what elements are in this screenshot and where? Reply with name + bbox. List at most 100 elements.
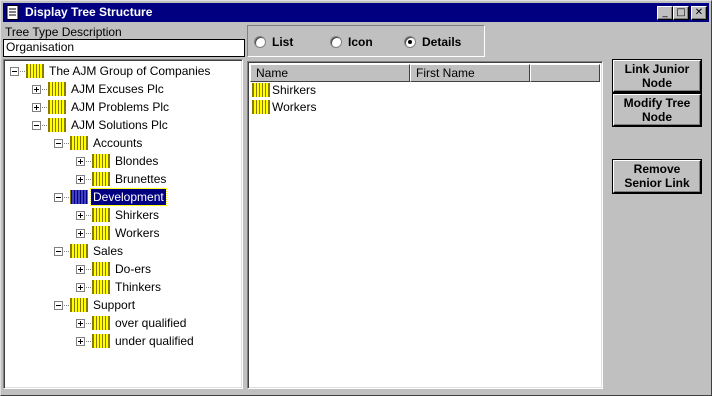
- document-icon: [6, 5, 19, 20]
- tree-node[interactable]: Do-ers: [76, 261, 234, 277]
- tree-node[interactable]: Shirkers: [76, 207, 234, 223]
- folder-icon: [92, 172, 110, 186]
- tree-connector: [20, 71, 25, 72]
- expand-plus-icon[interactable]: [32, 103, 41, 112]
- expander-bar: [12, 71, 17, 72]
- tree-type-label: Tree Type Description: [5, 25, 122, 39]
- list-header: Name First Name: [250, 64, 600, 82]
- list-item-label: Shirkers: [272, 83, 317, 97]
- tree-connector: [42, 125, 47, 126]
- list-item-label: Workers: [272, 100, 317, 114]
- tree-node[interactable]: AJM Problems Plc: [32, 99, 234, 115]
- tree-node-label: Development: [90, 188, 167, 206]
- tree-node[interactable]: AJM Solutions Plc: [32, 117, 234, 133]
- expander-bar: [80, 177, 81, 182]
- expand-plus-icon[interactable]: [76, 337, 85, 346]
- details-list-view[interactable]: Name First Name Shirkers Workers: [247, 61, 603, 389]
- modify-tree-node-label-1: Modify Tree: [623, 96, 691, 110]
- expander-bar: [80, 231, 81, 236]
- tree-node[interactable]: Thinkers: [76, 279, 234, 295]
- folder-icon: [92, 316, 110, 330]
- expander-bar: [56, 197, 61, 198]
- tree-node-label: Workers: [115, 226, 160, 240]
- radio-list-label: List: [272, 35, 294, 49]
- modify-tree-node-button[interactable]: Modify Tree Node: [613, 94, 701, 126]
- radio-details-label: Details: [422, 35, 462, 49]
- tree-connector: [42, 89, 47, 90]
- window-title: Display Tree Structure: [25, 5, 153, 19]
- link-junior-node-label-1: Link Junior: [624, 62, 690, 76]
- expander-bar: [56, 305, 61, 306]
- tree-node[interactable]: Brunettes: [76, 171, 234, 187]
- tree-node[interactable]: The AJM Group of Companies: [10, 63, 234, 79]
- tree-node[interactable]: over qualified: [76, 315, 234, 331]
- tree-node-label: under qualified: [115, 334, 194, 348]
- tree-connector: [86, 323, 91, 324]
- folder-icon: [92, 226, 110, 240]
- tree-node[interactable]: Support: [54, 297, 234, 313]
- collapse-minus-icon[interactable]: [54, 247, 63, 256]
- tree-connector: [86, 215, 91, 216]
- tree-node-label: Support: [93, 298, 136, 312]
- minimize-button[interactable]: _: [657, 6, 673, 20]
- expand-plus-icon[interactable]: [76, 175, 85, 184]
- close-button[interactable]: ✕: [691, 6, 707, 20]
- title-bar: Display Tree Structure _ □ ✕: [3, 3, 709, 22]
- column-header-name[interactable]: Name: [250, 64, 410, 82]
- tree-connector: [64, 305, 69, 306]
- column-header-first-name[interactable]: First Name: [410, 64, 530, 82]
- folder-icon: [92, 208, 110, 222]
- expander-bar: [36, 105, 37, 110]
- tree-node[interactable]: under qualified: [76, 333, 234, 349]
- folder-icon: [48, 82, 66, 96]
- expand-plus-icon[interactable]: [76, 229, 85, 238]
- expander-bar: [36, 87, 37, 92]
- expand-plus-icon[interactable]: [32, 85, 41, 94]
- expander-bar: [80, 213, 81, 218]
- tree-node[interactable]: Accounts: [54, 135, 234, 151]
- collapse-minus-icon[interactable]: [32, 121, 41, 130]
- tree-type-field[interactable]: Organisation: [3, 39, 245, 57]
- column-header-empty: [530, 64, 600, 82]
- expander-bar: [80, 267, 81, 272]
- tree-node[interactable]: Workers: [76, 225, 234, 241]
- tree-view[interactable]: The AJM Group of Companies AJM Excuses Pl…: [3, 59, 243, 389]
- collapse-minus-icon[interactable]: [10, 67, 19, 76]
- tree-node-label: Shirkers: [115, 208, 160, 222]
- tree-node-label: over qualified: [115, 316, 187, 330]
- folder-icon: [70, 298, 88, 312]
- tree-node-label: Do-ers: [115, 262, 152, 276]
- tree-connector: [86, 161, 91, 162]
- expand-plus-icon[interactable]: [76, 319, 85, 328]
- collapse-minus-icon[interactable]: [54, 193, 63, 202]
- folder-icon: [252, 100, 270, 114]
- expand-plus-icon[interactable]: [76, 157, 85, 166]
- expander-bar: [80, 159, 81, 164]
- expander-bar: [80, 339, 81, 344]
- collapse-minus-icon[interactable]: [54, 301, 63, 310]
- expander-bar: [34, 125, 39, 126]
- tree-node[interactable]: AJM Excuses Plc: [32, 81, 234, 97]
- maximize-button[interactable]: □: [673, 6, 689, 20]
- tree-connector: [86, 341, 91, 342]
- radio-details-dot: [404, 36, 416, 48]
- expand-plus-icon[interactable]: [76, 211, 85, 220]
- tree-node-label: The AJM Group of Companies: [49, 64, 211, 78]
- folder-icon: [70, 136, 88, 150]
- collapse-minus-icon[interactable]: [54, 139, 63, 148]
- display-tree-structure-window: Display Tree Structure _ □ ✕ Tree Type D…: [0, 0, 712, 396]
- tree-node[interactable]: Development: [54, 188, 234, 206]
- expand-plus-icon[interactable]: [76, 265, 85, 274]
- expand-plus-icon[interactable]: [76, 283, 85, 292]
- folder-icon: [92, 154, 110, 168]
- folder-icon: [48, 100, 66, 114]
- link-junior-node-button[interactable]: Link Junior Node: [613, 60, 701, 92]
- modify-tree-node-label-2: Node: [642, 110, 672, 124]
- tree-node[interactable]: Blondes: [76, 153, 234, 169]
- tree-node-label: Accounts: [93, 136, 143, 150]
- tree-connector: [42, 107, 47, 108]
- tree-node[interactable]: Sales: [54, 243, 234, 259]
- folder-icon: [92, 262, 110, 276]
- radio-icon-label: Icon: [348, 35, 373, 49]
- remove-senior-link-button[interactable]: Remove Senior Link: [613, 160, 701, 193]
